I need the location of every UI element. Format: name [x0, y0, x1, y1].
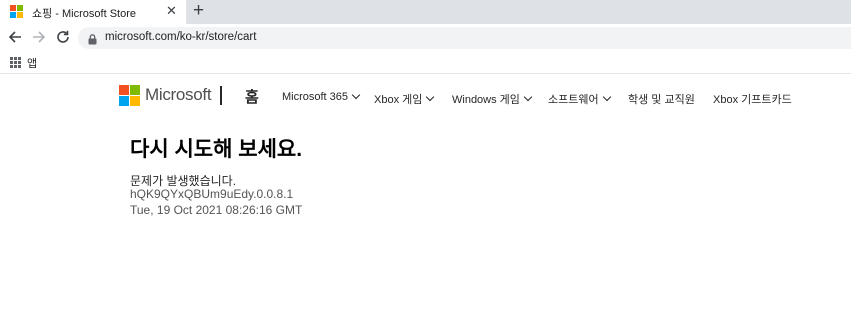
nav-xbox-gift-card[interactable]: Xbox 기프트카드 [713, 91, 792, 107]
browser-tab-active[interactable]: 쇼핑 - Microsoft Store ✕ [0, 0, 186, 24]
microsoft-logo-icon[interactable] [119, 85, 140, 106]
apps-grid-icon[interactable] [10, 57, 21, 68]
nav-label: 학생 및 교직원 [628, 94, 695, 106]
nav-label: Xbox 기프트카드 [713, 94, 792, 106]
forward-arrow-icon[interactable] [31, 29, 47, 45]
nav-label: Windows 게임 [452, 94, 520, 106]
chevron-down-icon [602, 92, 611, 102]
chevron-down-icon [523, 92, 533, 102]
close-tab-icon[interactable]: ✕ [166, 4, 177, 18]
tab-title: 쇼핑 - Microsoft Store [32, 8, 136, 20]
home-link[interactable]: 홈 [245, 86, 259, 107]
url-text[interactable]: microsoft.com/ko-kr/store/cart [105, 31, 256, 43]
back-arrow-icon[interactable] [7, 29, 23, 45]
browser-toolbar: microsoft.com/ko-kr/store/cart [0, 24, 851, 52]
error-code: hQK9QYxQBUm9uEdy.0.0.8.1 [130, 187, 294, 201]
bookmarks-bar: 앱 [0, 52, 851, 74]
nav-label: 소프트웨어 [548, 94, 599, 106]
chevron-down-icon [351, 90, 361, 100]
nav-xbox-games[interactable]: Xbox 게임 [374, 91, 435, 107]
nav-windows-games[interactable]: Windows 게임 [452, 91, 533, 107]
nav-students-educators[interactable]: 학생 및 교직원 [628, 91, 695, 107]
nav-microsoft-365[interactable]: Microsoft 365 [282, 90, 361, 103]
reload-icon[interactable] [55, 29, 71, 45]
error-title: 다시 시도해 보세요. [130, 138, 303, 161]
header-divider [220, 86, 222, 105]
new-tab-plus-icon[interactable]: + [193, 1, 204, 21]
nav-label: Xbox 게임 [374, 94, 423, 106]
chevron-down-icon [426, 92, 435, 102]
lock-icon[interactable] [88, 32, 97, 50]
nav-software[interactable]: 소프트웨어 [548, 91, 611, 107]
nav-label: Microsoft 365 [282, 91, 349, 103]
microsoft-store-favicon-icon [10, 5, 24, 19]
address-bar[interactable]: microsoft.com/ko-kr/store/cart [78, 27, 851, 49]
error-timestamp: Tue, 19 Oct 2021 08:26:16 GMT [130, 203, 303, 217]
tab-strip: 쇼핑 - Microsoft Store ✕ + [0, 0, 851, 24]
apps-bookmark-label[interactable]: 앱 [27, 55, 37, 71]
microsoft-wordmark[interactable]: Microsoft [145, 85, 212, 105]
